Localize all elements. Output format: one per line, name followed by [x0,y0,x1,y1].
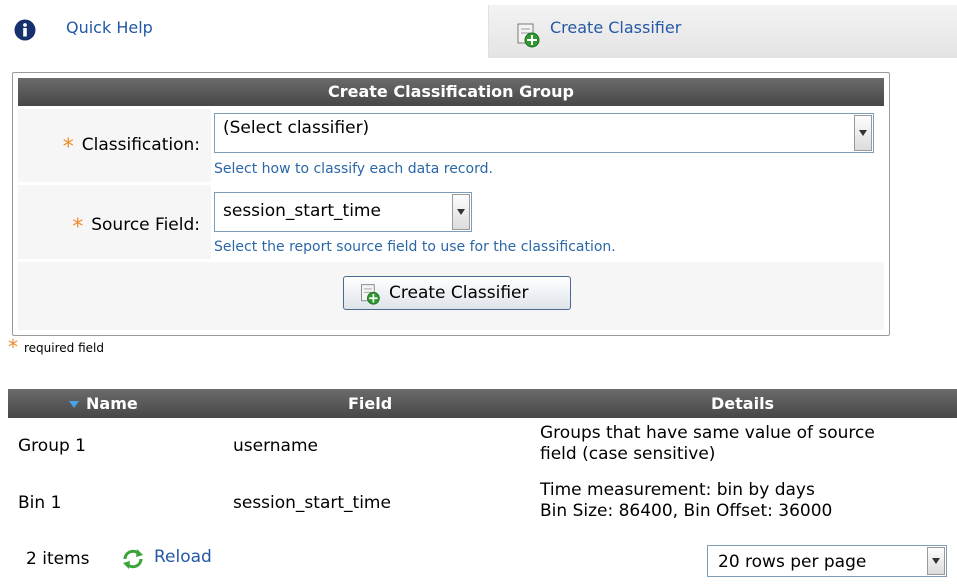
create-classifier-button[interactable]: Create Classifier [343,276,571,310]
chevron-down-icon[interactable] [854,115,872,151]
tab-quick-help[interactable]: Quick Help [0,0,488,58]
create-classification-panel: Create Classification Group * Classificat… [12,72,890,336]
required-star: * [62,135,74,160]
rows-per-page-value: 20 rows per page [718,552,867,572]
table-row[interactable]: Group 1 username Groups that have same v… [8,419,957,471]
create-classifier-tab-label[interactable]: Create Classifier [550,18,681,37]
row-details: Groups that have same value of source fi… [540,423,875,465]
tab-bar: Quick Help Create Classifier [0,0,957,58]
classification-hint: Select how to classify each data record. [214,161,493,177]
grid-header: Name Field Details [8,389,957,418]
column-header-field[interactable]: Field [348,394,392,413]
source-field-label-text: Source Field: [91,215,200,235]
quick-help-link[interactable]: Quick Help [66,18,153,37]
required-field-note: * required field [8,335,104,359]
add-document-icon [361,284,380,305]
required-star: * [72,215,84,240]
row-name: Bin 1 [18,493,62,513]
column-header-name[interactable]: Name [69,394,138,413]
required-field-text: required field [24,341,104,355]
source-field-selected-value: session_start_time [223,201,381,221]
add-document-icon [517,23,540,48]
source-field-label-cell: * Source Field: [18,185,208,259]
submit-row: Create Classifier [18,262,884,330]
rows-per-page-select[interactable]: 20 rows per page [707,545,947,577]
classification-label-text: Classification: [81,135,200,155]
row-details: Time measurement: bin by days Bin Size: … [540,480,832,522]
tab-create-classifier[interactable]: Create Classifier [488,5,957,58]
chevron-down-icon[interactable] [452,194,470,230]
reload-link[interactable]: Reload [154,547,212,567]
row-field: session_start_time [233,493,391,513]
source-field-label: * Source Field: [72,215,200,240]
classification-selected-value: (Select classifier) [223,118,370,138]
source-field-select[interactable]: session_start_time [214,192,472,232]
row-name: Group 1 [18,436,86,456]
table-row[interactable]: Bin 1 session_start_time Time measuremen… [8,471,957,523]
panel-title: Create Classification Group [18,78,884,106]
row-details-line: Time measurement: bin by days [540,480,815,500]
row-details-line: Bin Size: 86400, Bin Offset: 36000 [540,501,833,521]
refresh-icon[interactable] [120,546,146,572]
classification-select[interactable]: (Select classifier) [214,113,874,153]
item-count: 2 items [26,549,90,569]
info-icon [14,19,36,41]
grid-footer: 2 items Reload 20 rows per page [8,532,957,582]
row-details-line: field (case sensitive) [540,444,716,464]
classification-label: * Classification: [63,135,200,160]
chevron-down-icon[interactable] [927,547,945,575]
classification-field-cell: (Select classifier) Select how to classi… [211,109,884,182]
create-classifier-button-label: Create Classifier [389,283,529,303]
source-field-cell: session_start_time Select the report sou… [211,185,884,259]
required-star: * [8,335,18,359]
column-header-details[interactable]: Details [711,394,774,413]
row-details-line: Groups that have same value of source [540,423,875,443]
source-field-row: * Source Field: session_start_time Select… [18,185,884,259]
classification-row: * Classification: (Select classifier) Sel… [18,109,884,182]
source-field-hint: Select the report source field to use fo… [214,239,616,255]
classification-label-cell: * Classification: [18,109,208,182]
row-field: username [233,436,318,456]
